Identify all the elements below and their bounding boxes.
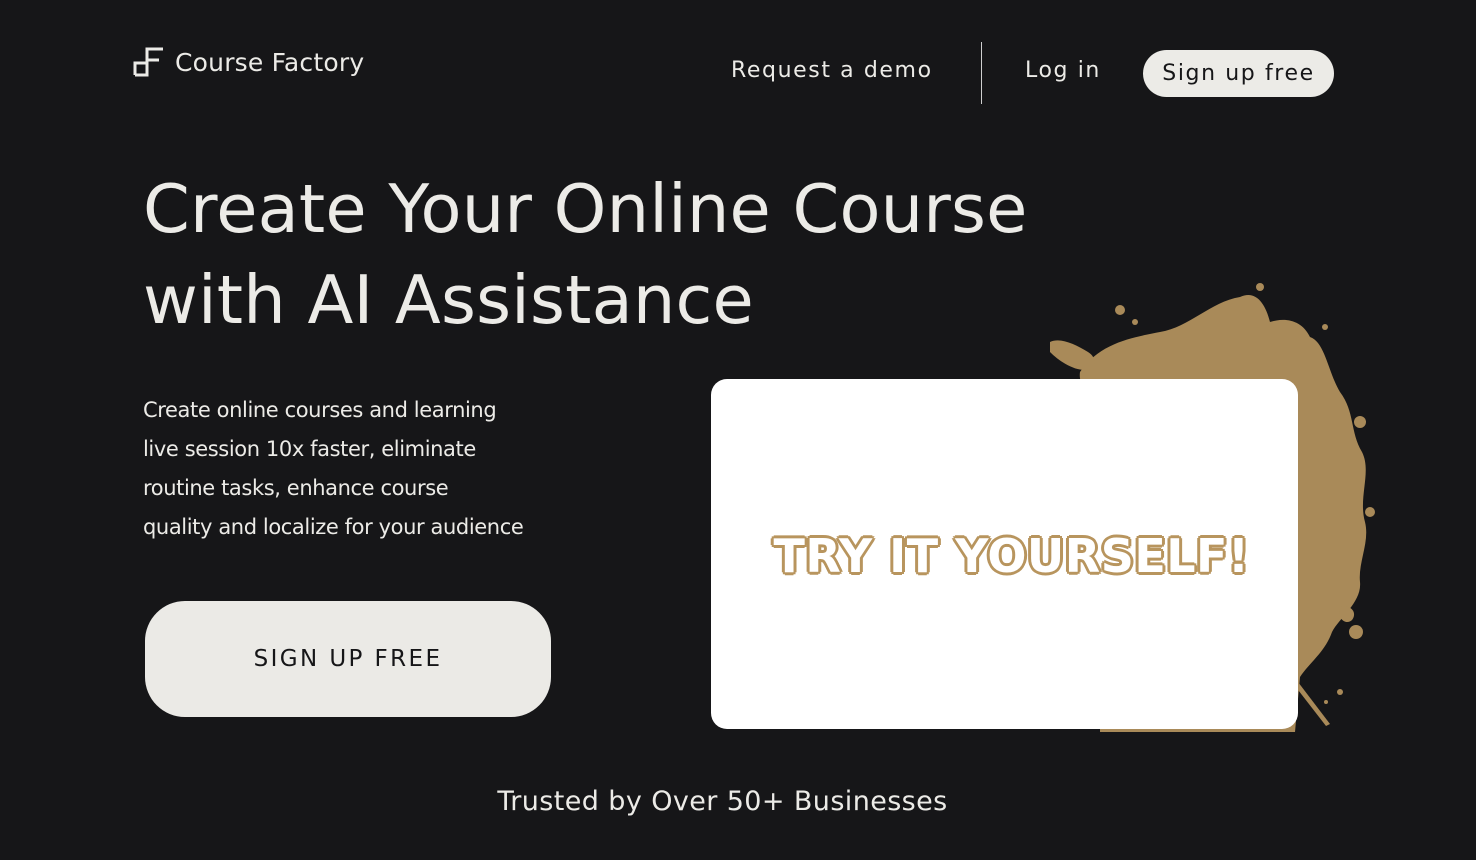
hero-description-line: live session 10x faster, eliminate xyxy=(143,437,476,461)
course-factory-logo-icon xyxy=(133,47,163,77)
hero-description: Create online courses and learning live … xyxy=(143,391,563,547)
hero-description-line: routine tasks, enhance course xyxy=(143,476,449,500)
landing-page: Course Factory Request a demo Log in Sig… xyxy=(0,0,1476,860)
hero-description-line: quality and localize for your audience xyxy=(143,515,524,539)
try-it-text: TRY IT YOURSELF! xyxy=(773,529,1250,583)
brand-logo[interactable]: Course Factory xyxy=(133,46,364,78)
signup-button[interactable]: Sign up free xyxy=(1143,50,1334,97)
login-link[interactable]: Log in xyxy=(1025,58,1101,83)
try-it-card[interactable]: TRY IT YOURSELF! xyxy=(711,379,1298,729)
hero-signup-button[interactable]: SIGN UP FREE xyxy=(145,601,551,717)
brand-name: Course Factory xyxy=(175,47,365,77)
trusted-by-text: Trusted by Over 50+ Businesses xyxy=(497,786,948,817)
hero-title: Create Your Online Course with AI Assist… xyxy=(143,164,1103,346)
hero-title-line-1: Create Your Online Course xyxy=(143,170,1028,248)
request-demo-link[interactable]: Request a demo xyxy=(731,58,933,83)
hero-description-line: Create online courses and learning xyxy=(143,398,497,422)
hero-title-line-2: with AI Assistance xyxy=(143,261,754,339)
nav-divider xyxy=(981,42,982,104)
